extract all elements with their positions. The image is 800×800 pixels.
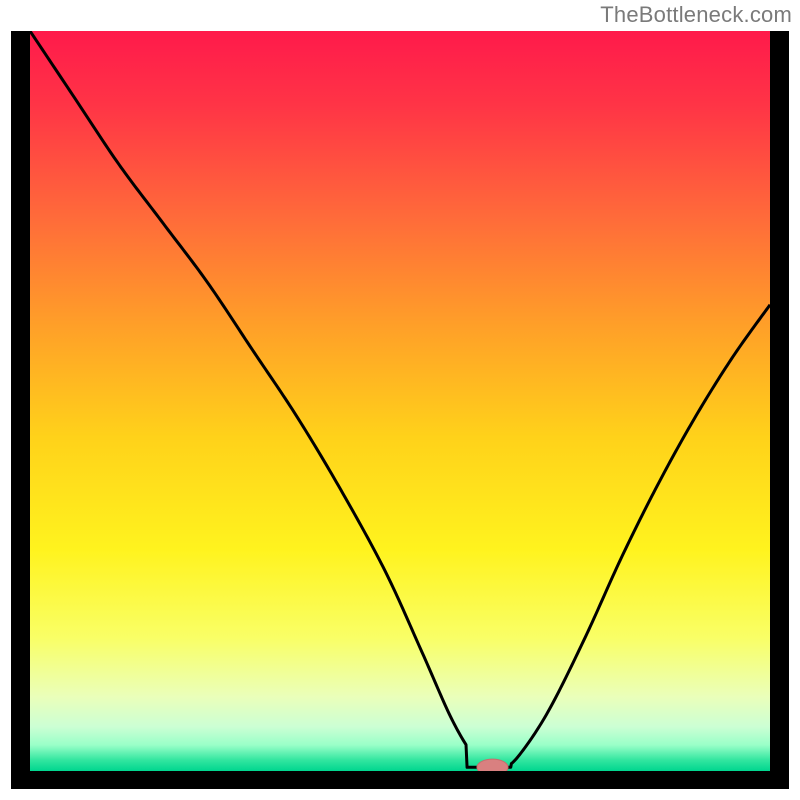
gradient-background [30, 31, 770, 771]
chart-container: TheBottleneck.com [0, 0, 800, 800]
minimum-marker [477, 759, 508, 771]
watermark-text: TheBottleneck.com [600, 2, 792, 28]
plot-area [30, 31, 770, 771]
plot-frame [11, 31, 789, 789]
chart-svg [30, 31, 770, 771]
